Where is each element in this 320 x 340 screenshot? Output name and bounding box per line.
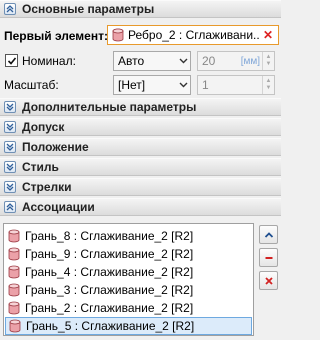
chevron-down-icon xyxy=(176,54,190,68)
cylinder-icon xyxy=(8,247,20,261)
chevron-double-down-icon[interactable] xyxy=(4,181,16,193)
section-style-header[interactable]: Стиль xyxy=(0,158,281,176)
minus-icon xyxy=(265,256,272,259)
cylinder-icon xyxy=(9,319,21,333)
chevron-double-down-icon[interactable] xyxy=(4,121,16,133)
move-up-button[interactable] xyxy=(259,225,278,244)
scale-label: Масштаб: xyxy=(4,78,59,92)
section-additional-header[interactable]: Дополнительные параметры xyxy=(0,98,281,116)
nominal-checkbox[interactable] xyxy=(5,54,18,67)
cylinder-icon xyxy=(112,28,124,42)
nominal-mode-select[interactable]: Авто xyxy=(113,51,191,71)
cylinder-icon xyxy=(8,229,20,243)
cylinder-icon xyxy=(8,265,20,279)
section-additional-title: Дополнительные параметры xyxy=(22,100,197,114)
section-main-title: Основные параметры xyxy=(22,2,155,16)
scale-mode-value: [Нет] xyxy=(118,78,146,92)
chevron-down-icon xyxy=(176,78,190,92)
nominal-spinner[interactable]: ▲ ▼ xyxy=(262,52,274,70)
chevron-up-icon xyxy=(264,231,273,238)
section-associations-title: Ассоциации xyxy=(22,200,95,214)
list-item[interactable]: Грань_2 : Сглаживание_2 [R2] xyxy=(5,299,252,317)
scale-mode-select[interactable]: [Нет] xyxy=(113,75,191,95)
cylinder-icon xyxy=(8,301,20,315)
scale-spinner[interactable]: ▲ ▼ xyxy=(262,76,274,94)
nominal-value: 20 xyxy=(202,54,216,68)
section-style-title: Стиль xyxy=(22,160,59,174)
list-item[interactable]: Грань_4 : Сглаживание_2 [R2] xyxy=(5,263,252,281)
list-item-label: Грань_9 : Сглаживание_2 [R2] xyxy=(25,247,194,261)
list-item-label: Грань_8 : Сглаживание_2 [R2] xyxy=(25,229,194,243)
delete-button[interactable] xyxy=(259,271,278,290)
list-item[interactable]: Грань_9 : Сглаживание_2 [R2] xyxy=(5,245,252,263)
associations-list[interactable]: Грань_8 : Сглаживание_2 [R2] Грань_9 : С… xyxy=(3,223,254,336)
scale-value: 1 xyxy=(202,78,209,92)
section-arrows-header[interactable]: Стрелки xyxy=(0,178,281,196)
first-element-label: Первый элемент: xyxy=(4,29,108,43)
list-item[interactable]: Грань_3 : Сглаживание_2 [R2] xyxy=(5,281,252,299)
clear-icon[interactable]: ✕ xyxy=(260,27,276,43)
list-item-label: Грань_3 : Сглаживание_2 [R2] xyxy=(25,283,194,297)
chevron-double-down-icon[interactable] xyxy=(4,101,16,113)
nominal-label: Номинал: xyxy=(22,54,76,68)
chevron-double-down-icon[interactable] xyxy=(4,141,16,153)
chevron-double-up-icon[interactable] xyxy=(4,201,16,213)
section-main-header[interactable]: Основные параметры xyxy=(0,0,281,18)
x-icon xyxy=(264,276,273,285)
list-item-label: Грань_5 : Сглаживание_2 [R2] xyxy=(26,319,195,333)
remove-button[interactable] xyxy=(259,248,278,267)
list-item[interactable]: Грань_8 : Сглаживание_2 [R2] xyxy=(5,227,252,245)
first-element-field[interactable]: Ребро_2 : Сглаживани... ✕ xyxy=(107,25,279,45)
cylinder-icon xyxy=(8,283,20,297)
list-item-label: Грань_2 : Сглаживание_2 [R2] xyxy=(25,301,194,315)
chevron-double-down-icon[interactable] xyxy=(4,161,16,173)
nominal-value-field[interactable]: 20 [мм] ▲ ▼ xyxy=(197,51,275,71)
scale-value-field[interactable]: 1 ▲ ▼ xyxy=(197,75,275,95)
section-tolerance-title: Допуск xyxy=(22,120,65,134)
nominal-unit: [мм] xyxy=(240,55,260,67)
section-associations-header[interactable]: Ассоциации xyxy=(0,198,281,216)
section-arrows-title: Стрелки xyxy=(22,180,72,194)
section-tolerance-header[interactable]: Допуск xyxy=(0,118,281,136)
first-element-value: Ребро_2 : Сглаживани... xyxy=(128,28,260,42)
section-position-header[interactable]: Положение xyxy=(0,138,281,156)
list-item-label: Грань_4 : Сглаживание_2 [R2] xyxy=(25,265,194,279)
chevron-double-up-icon[interactable] xyxy=(4,3,16,15)
section-position-title: Положение xyxy=(22,140,89,154)
list-item-selected[interactable]: Грань_5 : Сглаживание_2 [R2] xyxy=(5,317,252,335)
nominal-mode-value: Авто xyxy=(118,54,145,68)
